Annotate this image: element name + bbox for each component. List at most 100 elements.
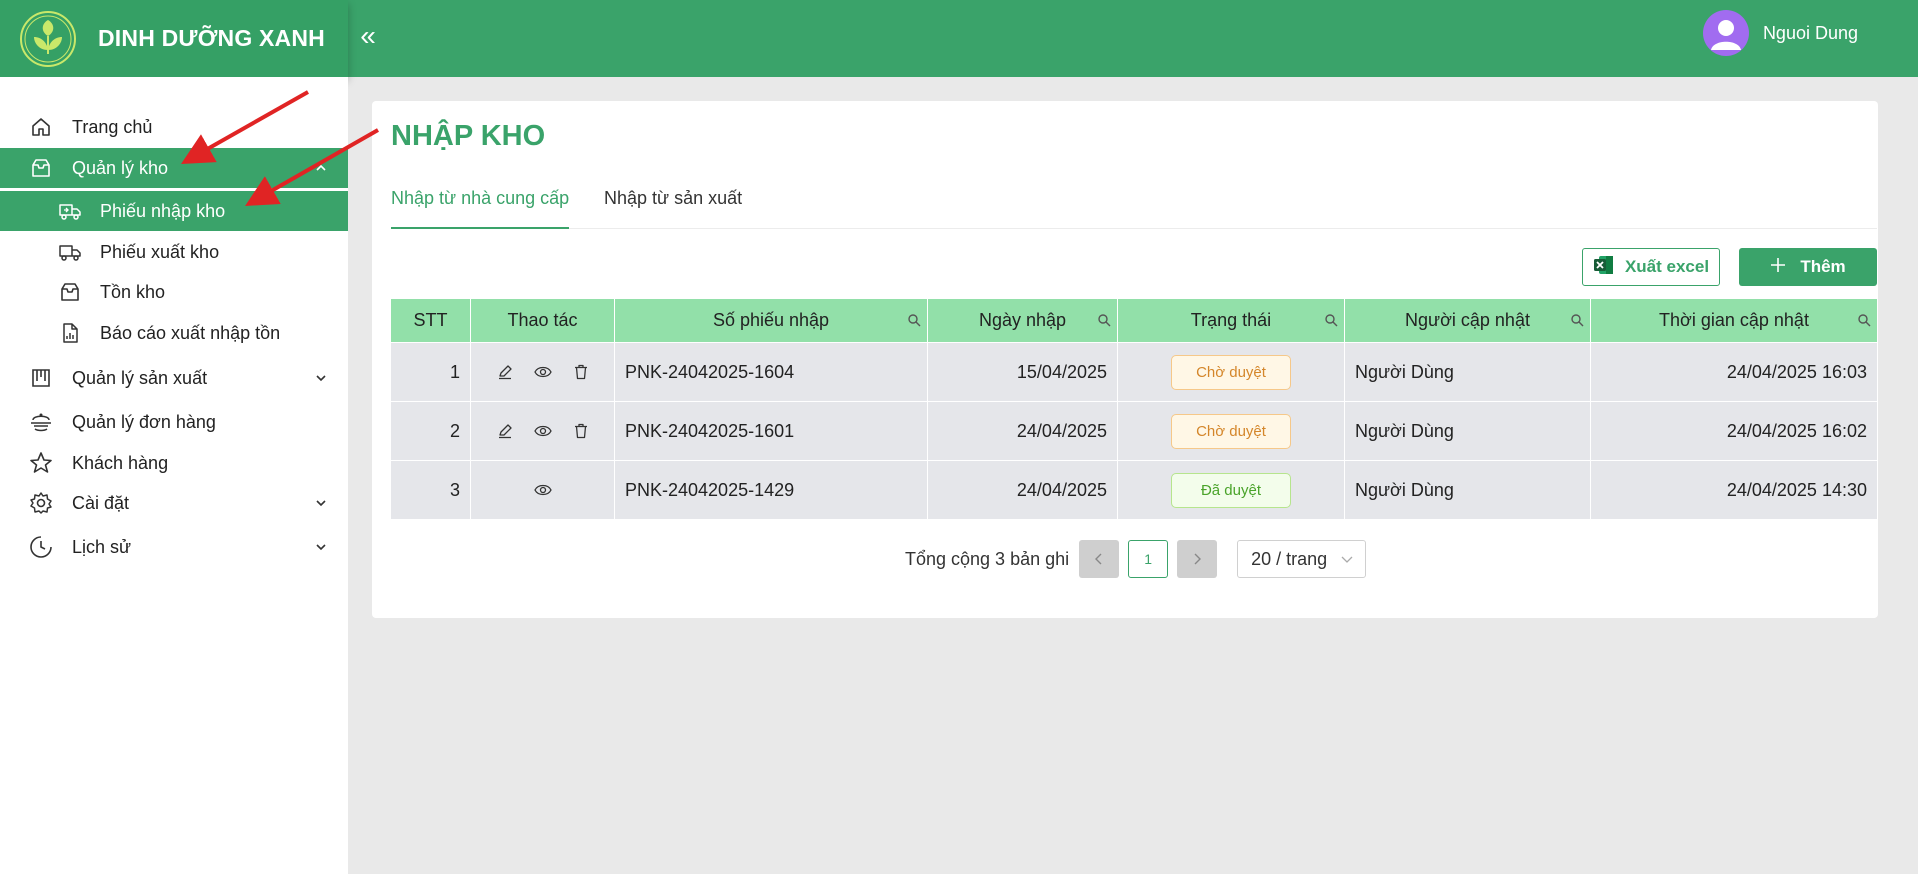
column-header-actions: Thao tác (471, 299, 615, 342)
chevron-down-icon[interactable] (314, 371, 328, 385)
sidebar-item-customers[interactable]: Khách hàng (0, 443, 348, 483)
total-records: Tổng cộng 3 bản ghi (905, 548, 1070, 569)
tab-bar: Nhập từ nhà cung cấp Nhập từ sản xuất (391, 182, 1877, 229)
chevron-down-icon[interactable] (314, 496, 328, 510)
status-badge: Chờ duyệt (1171, 354, 1291, 390)
sidebar-item-label: Lịch sử (72, 536, 132, 557)
page-size-value: 20 / trang (1251, 548, 1328, 569)
column-header-label: Ngày nhập (978, 310, 1067, 330)
column-header-slip-code[interactable]: Số phiếu nhập (615, 299, 928, 342)
sidebar-item-label: Phiếu xuất kho (100, 241, 220, 262)
import-slip-table: STT Thao tác Số phiếu nhập Ngày nhập Trạ… (391, 299, 1877, 519)
sidebar-item-production[interactable]: Quản lý sản xuất (0, 358, 348, 398)
cell-status: Đã duyệt (1118, 461, 1345, 519)
sidebar-item-home[interactable]: Trang chủ (0, 107, 348, 147)
avatar[interactable] (1702, 10, 1749, 56)
table-header: STT Thao tác Số phiếu nhập Ngày nhập Trạ… (391, 299, 1877, 342)
history-icon (28, 534, 54, 560)
truck-in-icon (57, 198, 83, 224)
sidebar-item-label: Khách hàng (72, 452, 169, 473)
cell-status: Chờ duyệt (1118, 402, 1345, 460)
cell-updated-at: 24/04/2025 16:02 (1726, 420, 1867, 441)
sidebar-item-inventory[interactable]: Tồn kho (0, 272, 348, 312)
search-icon[interactable] (1097, 313, 1111, 327)
sidebar-item-settings[interactable]: Cài đặt (0, 483, 348, 523)
search-icon[interactable] (1570, 313, 1584, 327)
sidebar-item-warehouse[interactable]: Quản lý kho (0, 148, 348, 188)
chevron-down-icon[interactable] (314, 540, 328, 554)
status-badge: Chờ duyệt (1171, 413, 1291, 449)
tab-from-production[interactable]: Nhập từ sản xuất (604, 188, 742, 229)
page-size-select[interactable]: 20 / trang (1237, 540, 1367, 578)
view-icon[interactable] (533, 363, 552, 381)
sidebar-item-history[interactable]: Lịch sử (0, 527, 348, 567)
cell-updated-by: Người Dùng (1345, 461, 1591, 519)
sidebar-item-label: Báo cáo xuất nhập tồn (100, 322, 281, 343)
view-icon[interactable] (533, 422, 552, 440)
tab-from-supplier[interactable]: Nhập từ nhà cung cấp (391, 188, 570, 229)
table-row: 3 PNK-24042025-1429 24/04/2025 Đã duyệt … (391, 460, 1877, 519)
cell-status: Chờ duyệt (1118, 343, 1345, 401)
view-icon[interactable] (533, 481, 552, 499)
chevron-up-icon[interactable] (314, 161, 328, 175)
status-badge: Đã duyệt (1171, 472, 1291, 508)
cell-slip-code: PNK-24042025-1604 (615, 343, 928, 401)
cell-import-date: 15/04/2025 (928, 343, 1118, 401)
cell-stt: 3 (391, 461, 471, 519)
brand-name: DINH DƯỠNG XANH (98, 25, 325, 51)
edit-icon[interactable] (496, 363, 514, 381)
export-excel-button[interactable]: Xuất excel (1582, 248, 1720, 286)
delete-icon[interactable] (572, 363, 590, 381)
sidebar-item-orders[interactable]: Quản lý đơn hàng (0, 402, 348, 442)
inbox-icon (57, 279, 83, 305)
user-name[interactable]: Nguoi Dung (1763, 23, 1858, 44)
add-button[interactable]: Thêm (1739, 248, 1877, 286)
cell-slip-code: PNK-24042025-1601 (615, 402, 928, 460)
brand-area: DINH DƯỠNG XANH (0, 0, 348, 77)
cell-slip-code: PNK-24042025-1429 (615, 461, 928, 519)
column-header-label: Trạng thái (1190, 310, 1272, 330)
cell-actions (471, 402, 615, 460)
column-header-updated-by[interactable]: Người cập nhật (1345, 299, 1591, 342)
factory-icon (28, 365, 54, 391)
search-icon[interactable] (907, 313, 921, 327)
chevron-down-icon (1341, 556, 1353, 563)
page-title: NHẬP KHO (391, 120, 546, 152)
sidebar: Trang chủ Quản lý kho Phiếu nhập kho Phi… (0, 77, 348, 874)
sidebar-item-import-slip[interactable]: Phiếu nhập kho (0, 191, 348, 231)
column-header-label: STT (413, 310, 448, 330)
sidebar-item-label: Quản lý sản xuất (72, 367, 208, 388)
star-icon (28, 450, 54, 476)
column-header-updated-at[interactable]: Thời gian cập nhật (1591, 299, 1877, 342)
edit-icon[interactable] (496, 422, 514, 440)
cell-updated-by: Người Dùng (1345, 402, 1591, 460)
chevron-right-icon (1194, 553, 1202, 565)
prev-page-button[interactable] (1079, 540, 1120, 578)
gear-icon (28, 490, 54, 516)
column-header-status[interactable]: Trạng thái (1118, 299, 1345, 342)
cell-import-date: 24/04/2025 (928, 402, 1118, 460)
truck-out-icon (57, 239, 83, 265)
column-header-stt: STT (391, 299, 471, 342)
sidebar-item-report[interactable]: Báo cáo xuất nhập tồn (0, 313, 348, 353)
page-number[interactable]: 1 (1128, 540, 1169, 578)
cell-import-date: 24/04/2025 (928, 461, 1118, 519)
cell-stt: 2 (391, 402, 471, 460)
sidebar-item-label: Tồn kho (100, 281, 166, 302)
collapse-sidebar-button[interactable]: « (350, 18, 386, 54)
search-icon[interactable] (1324, 313, 1338, 327)
export-excel-label: Xuất excel (1624, 257, 1710, 276)
user-menu[interactable]: Nguoi Dung (1702, 10, 1858, 56)
column-header-label: Người cập nhật (1405, 310, 1530, 330)
delete-icon[interactable] (572, 422, 590, 440)
cell-updated-at: 24/04/2025 14:30 (1726, 479, 1867, 500)
next-page-button[interactable] (1177, 540, 1218, 578)
search-icon[interactable] (1857, 313, 1871, 327)
leaf-logo-icon (19, 10, 77, 68)
sidebar-item-export-slip[interactable]: Phiếu xuất kho (0, 232, 348, 272)
order-icon (28, 409, 54, 435)
sidebar-item-label: Phiếu nhập kho (100, 200, 226, 221)
sidebar-item-label: Cài đặt (72, 492, 130, 513)
column-header-label: Số phiếu nhập (712, 310, 830, 330)
column-header-import-date[interactable]: Ngày nhập (928, 299, 1118, 342)
